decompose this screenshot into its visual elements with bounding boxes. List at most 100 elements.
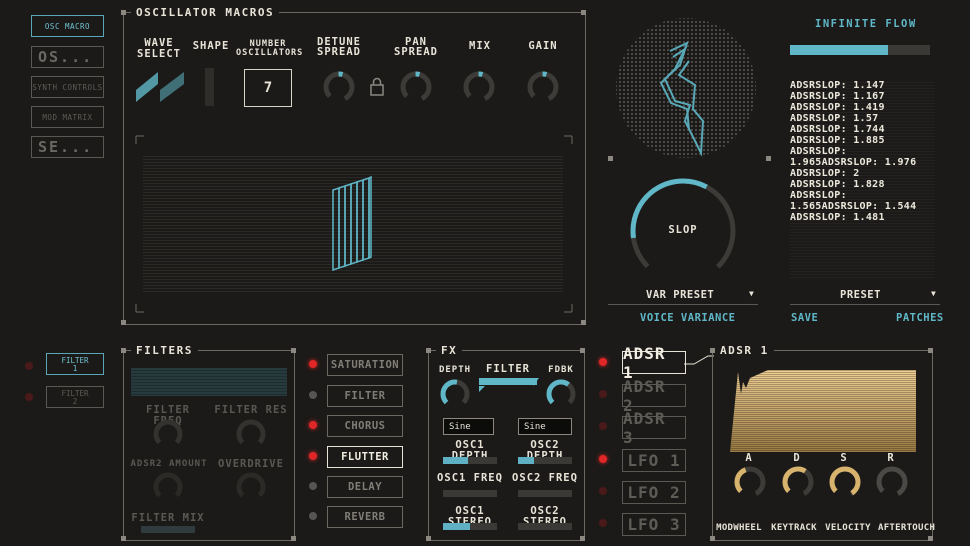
log-line: ADSRSLOP: 1.481 [790,212,885,223]
aftertouch-button[interactable]: AFTERTOUCH [878,523,935,534]
wave-select-icon[interactable] [134,70,186,104]
preset-dropdown[interactable]: PRESET ▼ [790,288,940,305]
osc1-wave-select[interactable]: Sine [443,418,494,435]
gain-knob[interactable] [526,70,560,104]
mod-adsr3-button[interactable]: ADSR 3 [622,409,686,447]
osc1-stereo-slider[interactable] [443,523,497,530]
infinite-flow-label: INFINITE FLOW [815,18,917,30]
mod-connector [684,355,714,365]
fx-depth-knob[interactable] [439,378,471,410]
adsr-s-knob[interactable] [828,465,862,499]
nav-osc-macro[interactable]: OSC MACRO [31,15,104,37]
lfo2-led[interactable] [599,487,607,495]
lfo1-led[interactable] [599,455,607,463]
adsr2-led[interactable] [599,390,607,398]
delay-led[interactable] [309,482,317,490]
adsr-d-knob[interactable] [781,465,815,499]
osc2-depth-slider[interactable] [518,457,572,464]
adsr-envelope-display[interactable] [728,358,918,454]
adsr-s-label: S [840,452,848,464]
log-line: ADSRSLOP: 2 [790,168,860,179]
corner [580,536,585,541]
osc2-wave-select[interactable]: Sine [518,418,572,435]
mod-lfo3-button[interactable]: LFO 3 [622,513,686,536]
filter1-led[interactable] [25,362,33,370]
patches-button[interactable]: PATCHES [896,312,944,324]
chorus-led[interactable] [309,421,317,429]
filter2-button[interactable]: FILTER 2 [46,386,104,408]
nav-mod-matrix[interactable]: MOD MATRIX [31,106,104,128]
lfo3-led[interactable] [599,519,607,527]
fx-fdbk-knob[interactable] [545,378,577,410]
osc2-freq-slider[interactable] [518,490,572,497]
filter-fx-led[interactable] [309,391,317,399]
filter-freq-knob[interactable] [152,418,184,450]
nav-se[interactable]: SE... [31,136,104,158]
detune-spread-knob[interactable] [322,70,356,104]
saturation-led[interactable] [309,360,317,368]
corner [766,156,771,161]
infinite-flow-bar[interactable] [790,45,930,55]
save-button[interactable]: SAVE [791,312,818,324]
mod-adsr2-button[interactable]: ADSR 2 [622,377,686,415]
adsr-r-knob[interactable] [875,465,909,499]
pan-spread-knob[interactable] [399,70,433,104]
var-preset-dropdown[interactable]: VAR PRESET ▼ [608,288,758,305]
fx-flutter-button[interactable]: FLUTTER [327,446,403,468]
fx-delay-button[interactable]: DELAY [327,476,403,498]
filter-mix-slider[interactable] [141,526,195,533]
number-oscillators-field[interactable]: 7 [244,69,292,107]
log-line: ADSRSLOP: [790,146,847,157]
voice-variance-label: VOICE VARIANCE [640,312,736,324]
mod-adsr1-button[interactable]: ADSR 1 [622,344,686,382]
log-line: ADSRSLOP: 1.167 [790,91,885,102]
corner [581,320,586,325]
detune-label-2: SPREAD [317,46,361,58]
infinite-flow-fill [790,45,888,55]
adsr2-amount-knob[interactable] [152,471,184,503]
nav-os[interactable]: OS... [31,46,104,68]
flutter-led[interactable] [309,452,317,460]
var-preset-label: VAR PRESET [646,289,715,301]
corner [291,348,296,353]
fx-filter-button[interactable]: FILTER [327,385,403,407]
adsr-a-knob[interactable] [733,465,767,499]
filter2-led[interactable] [25,393,33,401]
adsr3-led[interactable] [599,422,607,430]
log-line: 1.565ADSRSLOP: 1.544 [790,201,917,212]
number-osc-label-2: OSCILLATORS [236,48,304,58]
filter-display [131,368,287,396]
log-line: 1.965ADSRSLOP: 1.976 [790,157,917,168]
fx-saturation-button[interactable]: SATURATION [327,354,403,376]
adsr2-amount-label: ADSR2 AMOUNT [130,459,208,469]
corner [121,348,126,353]
modwheel-button[interactable]: MODWHEEL [714,523,764,534]
shape-slider[interactable] [205,68,214,106]
filter-res-knob[interactable] [235,418,267,450]
osc1-depth-fill [443,457,469,464]
mod-lfo1-button[interactable]: LFO 1 [622,449,686,472]
fx-reverb-button[interactable]: REVERB [327,506,403,528]
mix-knob[interactable] [462,70,496,104]
filter1-button[interactable]: FILTER 1 [46,353,104,375]
fx-fdbk-label: FDBK [548,365,574,375]
mod-lfo2-button[interactable]: LFO 2 [622,481,686,504]
osc1-depth-slider[interactable] [443,457,497,464]
adsr-a-label: A [745,452,753,464]
velocity-button[interactable]: VELOCITY [824,523,872,534]
osc2-stereo-slider[interactable] [518,523,572,530]
adsr1-led[interactable] [599,358,607,366]
keytrack-button[interactable]: KEYTRACK [770,523,818,534]
overdrive-knob[interactable] [235,471,267,503]
fx-filter-slider[interactable] [477,376,539,394]
nav-synth-controls[interactable]: SYNTH CONTROLS [31,76,104,98]
lock-icon[interactable] [369,77,385,97]
fx-chorus-button[interactable]: CHORUS [327,415,403,437]
log-line: ADSRSLOP: 1.885 [790,135,885,146]
reverb-led[interactable] [309,512,317,520]
osc1-freq-slider[interactable] [443,490,497,497]
corner [581,10,586,15]
osc-panel-title: OSCILLATOR MACROS [131,6,280,19]
log-line: ADSRSLOP: 1.147 [790,80,885,91]
slop-log: ADSRSLOP: 1.147 ADSRSLOP: 1.167 ADSRSLOP… [790,80,935,280]
